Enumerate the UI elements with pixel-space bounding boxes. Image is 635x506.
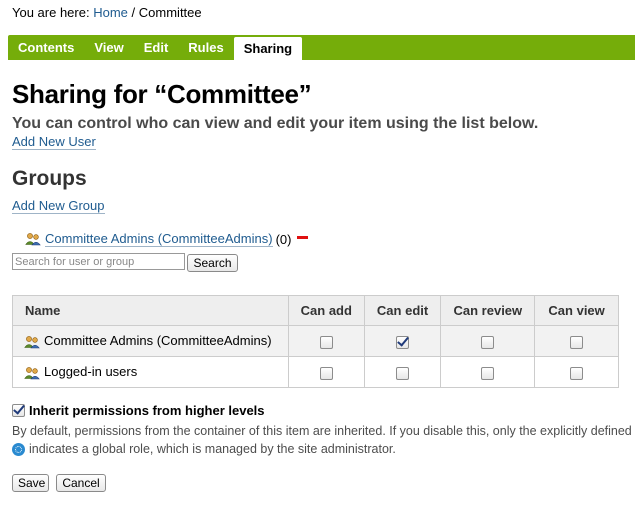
inherit-permissions: Inherit permissions from higher levels	[12, 403, 265, 418]
can-edit-cell	[363, 356, 442, 388]
group-name-link[interactable]: Committee Admins (CommitteeAdmins)	[45, 231, 273, 247]
can-review-checkbox[interactable]	[481, 335, 495, 349]
row-name-label: Logged-in users	[44, 364, 138, 380]
group-member-count: (0)	[275, 231, 292, 247]
permissions-table: Name Can add Can edit Can review Can vie…	[12, 295, 619, 388]
can-view-checkbox[interactable]	[570, 335, 584, 349]
can-view-cell	[534, 356, 619, 388]
column-header-name: Name	[12, 295, 289, 326]
global-role-icon	[12, 442, 25, 456]
group-icon	[24, 366, 40, 380]
can-edit-cell	[363, 325, 442, 357]
table-header-row: Name Can add Can edit Can review Can vie…	[12, 295, 619, 326]
can-view-checkbox[interactable]	[570, 366, 584, 380]
column-header-can-view: Can view	[534, 295, 619, 326]
can-review-checkbox[interactable]	[481, 366, 495, 380]
content-tabbar: Contents View Edit Rules Sharing	[8, 35, 635, 60]
groups-heading: Groups	[12, 167, 87, 190]
column-header-can-edit: Can edit	[363, 295, 442, 326]
breadcrumb-separator: /	[131, 5, 136, 20]
add-new-user-link[interactable]: Add New User	[12, 134, 96, 150]
column-header-can-add: Can add	[287, 295, 365, 326]
remove-group-minus-icon[interactable]	[297, 235, 309, 239]
tab-sharing[interactable]: Sharing	[233, 37, 303, 60]
group-icon	[25, 232, 41, 246]
inherit-help-text: By default, permissions from the contain…	[12, 424, 632, 438]
breadcrumb: You are here: Home / Committee	[12, 5, 202, 20]
row-name-cell: Logged-in users	[12, 356, 289, 388]
global-role-note-text: indicates a global role, which is manage…	[29, 442, 396, 456]
inherit-permissions-checkbox[interactable]	[12, 404, 25, 417]
can-add-cell	[287, 356, 365, 388]
cancel-button[interactable]: Cancel	[56, 474, 106, 492]
page-title: Sharing for “Committee”	[12, 79, 312, 109]
search-button[interactable]: Search	[187, 254, 238, 272]
can-review-cell	[440, 325, 536, 357]
row-name-cell: Committee Admins (CommitteeAdmins)	[12, 325, 289, 357]
page-description: You can control who can view and edit yo…	[12, 115, 539, 132]
can-add-cell	[287, 325, 365, 357]
can-edit-checkbox[interactable]	[396, 366, 410, 380]
group-entry: Committee Admins (CommitteeAdmins) (0)	[25, 230, 309, 248]
table-row: Logged-in users	[12, 356, 619, 388]
breadcrumb-prefix: You are here:	[12, 5, 90, 20]
tab-view[interactable]: View	[84, 35, 133, 60]
group-icon	[24, 335, 40, 349]
can-review-cell	[440, 356, 536, 388]
can-view-cell	[534, 325, 619, 357]
can-add-checkbox[interactable]	[319, 366, 333, 380]
table-row: Committee Admins (CommitteeAdmins)	[12, 325, 619, 357]
save-button[interactable]: Save	[12, 474, 49, 492]
tab-list: Contents View Edit Rules Sharing	[8, 35, 303, 60]
global-role-note: indicates a global role, which is manage…	[12, 442, 396, 456]
row-name-label: Committee Admins (CommitteeAdmins)	[44, 333, 272, 349]
inherit-permissions-label: Inherit permissions from higher levels	[29, 403, 265, 418]
tab-contents[interactable]: Contents	[8, 35, 84, 60]
can-add-checkbox[interactable]	[319, 335, 333, 349]
can-edit-checkbox[interactable]	[396, 335, 410, 349]
tab-rules[interactable]: Rules	[178, 35, 233, 60]
column-header-can-review: Can review	[440, 295, 536, 326]
tab-edit[interactable]: Edit	[134, 35, 179, 60]
search-user-group-input[interactable]	[12, 253, 185, 270]
breadcrumb-home-link[interactable]: Home	[93, 5, 128, 20]
add-new-group-link[interactable]: Add New Group	[12, 198, 105, 214]
breadcrumb-current: Committee	[138, 5, 202, 20]
